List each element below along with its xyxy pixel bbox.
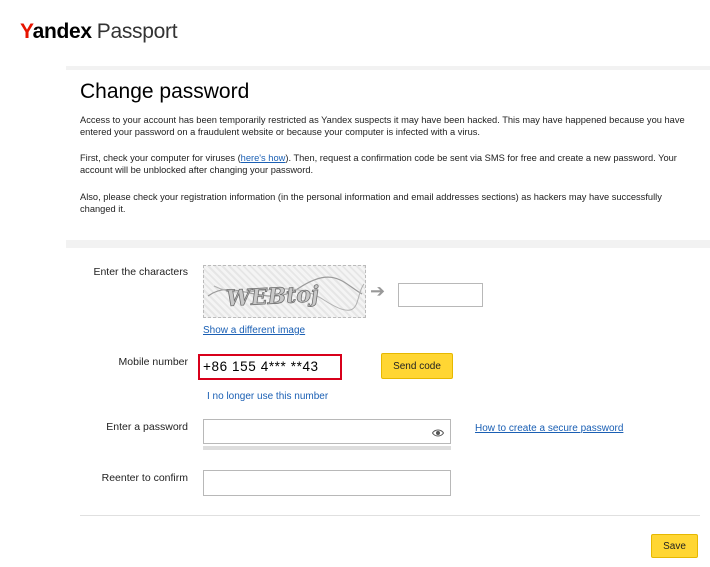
captcha-input[interactable] [398, 283, 483, 307]
heres-how-link[interactable]: here's how [241, 153, 286, 163]
send-code-button[interactable]: Send code [381, 353, 453, 379]
arrow-right-icon: ➔ [370, 281, 386, 301]
brand-rest: andex [32, 20, 93, 43]
brand-name: Yandex [20, 20, 92, 44]
confirm-password-label: Reenter to confirm [101, 472, 188, 484]
captcha-label: Enter the characters [93, 266, 188, 278]
secure-password-link[interactable]: How to create a secure password [475, 423, 623, 434]
eye-icon[interactable] [432, 427, 444, 439]
virus-check-instructions: First, check your computer for viruses (… [80, 152, 700, 176]
brand-first-letter: Y [20, 20, 33, 43]
save-button[interactable]: Save [651, 534, 698, 558]
page-title: Change password [80, 80, 250, 103]
show-different-image-link[interactable]: Show a different image [203, 325, 305, 336]
form-card [66, 248, 710, 567]
yandex-passport-logo[interactable]: Yandex Passport [20, 20, 178, 44]
mobile-number-label: Mobile number [118, 356, 188, 368]
captcha-distortion-graphic: WEBtoj [207, 276, 365, 312]
captcha-image: WEBtoj [203, 265, 366, 318]
mobile-number-value: +86 155 4*** **43 [198, 354, 342, 380]
no-longer-use-number-link[interactable]: I no longer use this number [207, 391, 328, 402]
product-name: Passport [96, 20, 178, 43]
password-strength-bar [203, 446, 451, 450]
registration-check-notice: Also, please check your registration inf… [80, 192, 662, 214]
password-input[interactable] [203, 419, 451, 444]
form-divider [80, 515, 700, 516]
confirm-password-input[interactable] [203, 470, 451, 496]
captcha-characters: WEBtoj [225, 281, 319, 312]
restriction-notice: Access to your account has been temporar… [80, 115, 685, 137]
password-label: Enter a password [106, 421, 188, 433]
instructions-text-before: First, check your computer for viruses ( [80, 153, 241, 163]
